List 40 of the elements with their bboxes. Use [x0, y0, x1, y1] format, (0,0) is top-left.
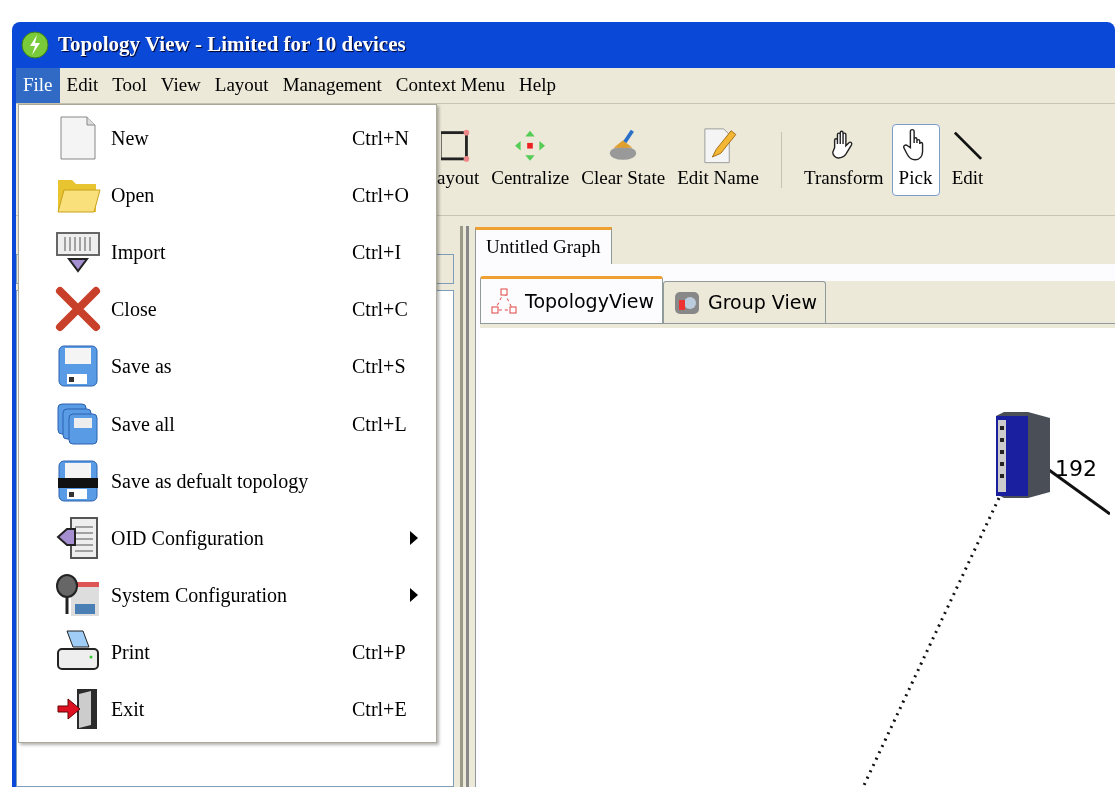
menu-entry[interactable]: OID Configuration [55, 509, 422, 567]
menu-entry[interactable]: System Configuration [55, 566, 422, 624]
menu-entry[interactable]: Exit Ctrl+E [55, 680, 422, 739]
menu-item[interactable]: Edit [59, 68, 106, 103]
menu-entry[interactable]: Print Ctrl+P [55, 623, 422, 681]
menu-entry[interactable]: Import Ctrl+I [55, 223, 422, 281]
menu-item[interactable]: Layout [207, 68, 276, 103]
app-logo-icon [20, 30, 50, 60]
menu-entry[interactable]: Open Ctrl+O [55, 166, 422, 224]
cross-icon [55, 286, 101, 333]
toolbar-button[interactable]: ayout [433, 123, 484, 196]
triangle-nodes-icon [489, 286, 519, 316]
menu-entry[interactable]: Save all Ctrl+L [55, 394, 422, 453]
menu-item[interactable]: File [16, 68, 60, 103]
view-tab[interactable]: TopologyView [480, 276, 663, 323]
menu-item[interactable]: Tool [105, 68, 154, 103]
database-settings-icon [55, 572, 101, 619]
menu-entry[interactable]: Close Ctrl+C [55, 280, 422, 338]
document-list-icon [55, 514, 101, 561]
menu-item[interactable]: View [153, 68, 208, 103]
toolbar-button[interactable]: Transform [799, 123, 888, 196]
menu-entry[interactable]: New Ctrl+N [55, 109, 422, 167]
toolbar-button[interactable]: Edit [943, 123, 992, 196]
menu-entry[interactable]: Save as Ctrl+S [55, 337, 422, 395]
menu-item[interactable]: Help [512, 68, 563, 103]
toolbar-button[interactable]: Edit Name [673, 123, 763, 196]
menu-item[interactable]: Management [275, 68, 389, 103]
view-tab[interactable]: Group View [663, 281, 826, 323]
submenu-arrow-icon [410, 530, 418, 545]
document-tab[interactable]: Untitled Graph [475, 227, 612, 264]
device-label: 192 [1055, 455, 1097, 483]
menu-item[interactable]: Context Menu [388, 68, 513, 103]
menu-entry[interactable]: Save as defualt topology [55, 452, 422, 510]
toolbar-button[interactable]: Pick [891, 123, 940, 196]
toolbar-button[interactable]: Centralize [487, 123, 574, 196]
submenu-arrow-icon [410, 588, 418, 603]
toolbar-button[interactable]: Clear State [577, 123, 670, 196]
floppy-disks-icon [55, 400, 101, 447]
window-title: Topology View - Limited for 10 devices [58, 31, 406, 59]
network-switch-icon[interactable] [996, 412, 1050, 498]
